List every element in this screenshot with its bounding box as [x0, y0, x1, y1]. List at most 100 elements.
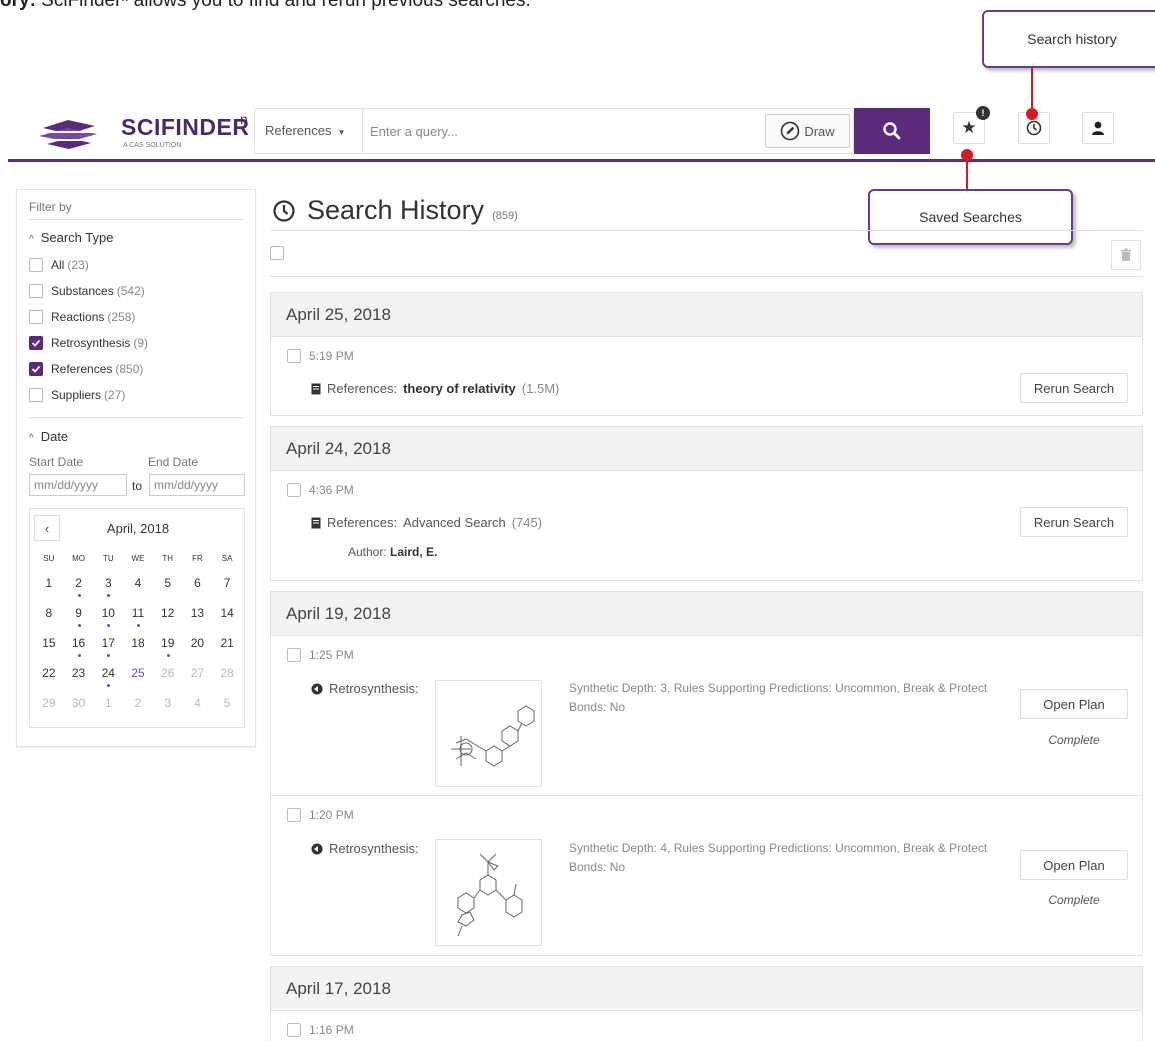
- filter-type-suppliers[interactable]: Suppliers (27): [29, 388, 125, 402]
- entry-checkbox[interactable]: [287, 808, 301, 822]
- clock-icon: [273, 200, 295, 222]
- calendar-grid: SU MO TU WE TH FR SA 1 2 3 4 5 6 7 8 9 10 11 12 13 14 15 16 17 1…: [34, 549, 242, 719]
- chevron-up-icon: ^: [29, 234, 34, 245]
- calendar-day[interactable]: 16: [64, 629, 94, 659]
- calendar-day[interactable]: 5: [212, 689, 242, 719]
- start-date-input[interactable]: [29, 474, 127, 496]
- saved-searches-callout: Saved Searches: [868, 189, 1073, 245]
- calendar-day[interactable]: 11: [123, 599, 153, 629]
- structure-thumbnail[interactable]: [435, 839, 542, 946]
- calendar-day[interactable]: 13: [183, 599, 213, 629]
- entry-checkbox[interactable]: [287, 349, 301, 363]
- date-calendar: ‹ April, 2018 SU MO TU WE TH FR SA 1 2 3 4 5 6 7 8 9 10 1…: [29, 508, 245, 728]
- entry-query[interactable]: Retrosynthesis:: [311, 841, 419, 856]
- date-section-toggle[interactable]: ^ Date: [29, 429, 68, 444]
- user-account-button[interactable]: [1082, 112, 1114, 144]
- calendar-day[interactable]: 1: [93, 689, 123, 719]
- calendar-day[interactable]: 26: [153, 659, 183, 689]
- calendar-day[interactable]: 22: [34, 659, 64, 689]
- calendar-day[interactable]: 2: [64, 569, 94, 599]
- filter-type-reactions[interactable]: Reactions (258): [29, 310, 135, 324]
- calendar-day[interactable]: 10: [93, 599, 123, 629]
- end-date-input[interactable]: [149, 474, 245, 496]
- rerun-search-button[interactable]: Rerun Search: [1020, 373, 1128, 403]
- checkbox[interactable]: [29, 258, 43, 272]
- open-plan-button[interactable]: Open Plan: [1020, 689, 1128, 719]
- search-type-dropdown[interactable]: References ▼: [255, 109, 363, 153]
- history-entry: 4:36 PM References: Advanced Search (745…: [271, 471, 1142, 580]
- history-entry: 1:25 PM Retrosynthesis: Synthetic Depth:…: [271, 636, 1142, 796]
- rerun-search-button[interactable]: Rerun Search: [1020, 507, 1128, 537]
- calendar-day[interactable]: 3: [153, 689, 183, 719]
- history-group: April 25, 2018 5:19 PM References: theor…: [270, 292, 1143, 416]
- entry-checkbox[interactable]: [287, 1023, 301, 1037]
- draw-button[interactable]: Draw: [765, 114, 850, 148]
- calendar-day[interactable]: 15: [34, 629, 64, 659]
- entry-time: 5:19 PM: [287, 349, 354, 363]
- filter-type-retrosynthesis[interactable]: Retrosynthesis (9): [29, 336, 148, 350]
- search-type-section-toggle[interactable]: ^ Search Type: [29, 230, 113, 245]
- entry-query[interactable]: References: theory of relativity (1.5M): [311, 381, 559, 396]
- calendar-day[interactable]: 21: [212, 629, 242, 659]
- checkbox[interactable]: [29, 310, 43, 324]
- filter-type-all[interactable]: All (23): [29, 258, 89, 272]
- structure-thumbnail[interactable]: [435, 680, 542, 787]
- calendar-day[interactable]: 6: [183, 569, 213, 599]
- calendar-day[interactable]: 12: [153, 599, 183, 629]
- calendar-day[interactable]: 27: [183, 659, 213, 689]
- divider: [270, 230, 1143, 231]
- open-plan-button[interactable]: Open Plan: [1020, 850, 1128, 880]
- calendar-day[interactable]: 29: [34, 689, 64, 719]
- entry-query[interactable]: Retrosynthesis:: [311, 681, 419, 696]
- divider: [29, 417, 245, 418]
- group-date: April 25, 2018: [271, 293, 1142, 337]
- saved-searches-button[interactable]: ★ !: [953, 106, 990, 144]
- calendar-day[interactable]: 4: [123, 569, 153, 599]
- entry-query[interactable]: References: Advanced Search (745): [311, 515, 542, 530]
- group-date: April 19, 2018: [271, 592, 1142, 636]
- calendar-day[interactable]: 28: [212, 659, 242, 689]
- entry-description: Synthetic Depth: 4, Rules Supporting Pre…: [569, 841, 988, 874]
- calendar-day[interactable]: 1: [34, 569, 64, 599]
- calendar-day[interactable]: 30: [64, 689, 94, 719]
- calendar-day[interactable]: 20: [183, 629, 213, 659]
- entry-checkbox[interactable]: [287, 483, 301, 497]
- calendar-day[interactable]: 23: [64, 659, 94, 689]
- calendar-day[interactable]: 2: [123, 689, 153, 719]
- calendar-day[interactable]: 14: [212, 599, 242, 629]
- saved-badge: !: [976, 106, 990, 120]
- calendar-day[interactable]: 19: [153, 629, 183, 659]
- document-icon: [311, 383, 321, 394]
- divider: [270, 276, 1143, 277]
- calendar-day[interactable]: 25: [123, 659, 153, 689]
- calendar-day[interactable]: 4: [183, 689, 213, 719]
- checkbox-checked[interactable]: [29, 336, 43, 350]
- retrosynthesis-icon: [311, 843, 323, 854]
- calendar-day[interactable]: 18: [123, 629, 153, 659]
- retrosynthesis-icon: [311, 683, 323, 694]
- page-caption: ory: SciFinderⁿ allows you to find and r…: [0, 0, 531, 11]
- delete-button[interactable]: [1111, 240, 1141, 270]
- calendar-day[interactable]: 5: [153, 569, 183, 599]
- search-button[interactable]: [854, 108, 930, 154]
- entry-time: 1:25 PM: [287, 648, 354, 662]
- calendar-day[interactable]: 9: [64, 599, 94, 629]
- calendar-day[interactable]: 24: [93, 659, 123, 689]
- query-input[interactable]: [370, 117, 750, 145]
- calendar-day[interactable]: 8: [34, 599, 64, 629]
- calendar-weekday: FR: [192, 554, 203, 563]
- filter-by-label: Filter by: [29, 200, 72, 214]
- checkbox-checked[interactable]: [29, 362, 43, 376]
- calendar-day[interactable]: 17: [93, 629, 123, 659]
- user-icon: [1092, 121, 1104, 135]
- entry-checkbox[interactable]: [287, 648, 301, 662]
- checkbox[interactable]: [29, 284, 43, 298]
- calendar-day[interactable]: 3: [93, 569, 123, 599]
- select-all-checkbox[interactable]: [270, 246, 284, 260]
- filter-type-references[interactable]: References (850): [29, 362, 143, 376]
- calendar-day[interactable]: 7: [212, 569, 242, 599]
- filter-type-substances[interactable]: Substances (542): [29, 284, 145, 298]
- checkbox[interactable]: [29, 388, 43, 402]
- calendar-month-title: April, 2018: [106, 521, 170, 536]
- scifinder-logo[interactable]: SCIFINDER n A CAS SOLUTION: [33, 110, 249, 156]
